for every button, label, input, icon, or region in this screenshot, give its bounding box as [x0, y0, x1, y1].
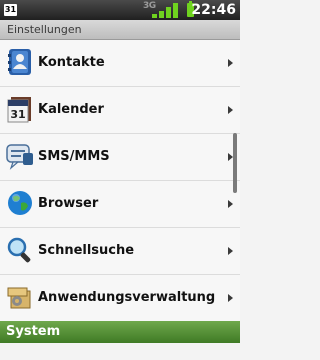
settings-item-calendar[interactable]: 31 Kalender	[0, 87, 240, 134]
calendar-notification-icon: 31	[4, 4, 17, 16]
settings-item-label: SMS/MMS	[38, 149, 110, 164]
settings-item-contacts[interactable]: Kontakte	[0, 40, 240, 87]
page-title: Einstellungen	[7, 23, 82, 36]
section-header-system: System	[0, 321, 240, 343]
settings-item-label: Kalender	[38, 102, 104, 117]
settings-item-messaging[interactable]: SMS/MMS	[0, 134, 240, 181]
app-manager-icon	[7, 287, 31, 309]
chevron-right-icon	[228, 200, 233, 208]
settings-item-quick-search[interactable]: Schnellsuche	[0, 228, 240, 275]
signal-strength-icon	[152, 3, 178, 18]
settings-item-label: Browser	[38, 196, 99, 211]
search-icon	[7, 237, 31, 263]
title-bar: Einstellungen	[0, 20, 240, 40]
settings-item-label: Schnellsuche	[38, 243, 135, 258]
settings-item-label: Kontakte	[38, 55, 105, 70]
chevron-right-icon	[228, 294, 233, 302]
calendar-icon-day: 31	[10, 108, 25, 121]
settings-item-label: Anwendungsverwaltung	[38, 290, 216, 305]
scrollbar[interactable]	[233, 133, 237, 193]
chevron-right-icon	[228, 59, 233, 67]
settings-item-browser[interactable]: Browser	[0, 181, 240, 228]
settings-list: Kontakte 31 Kalender SMS/MMS Browser Sch…	[0, 40, 240, 322]
messaging-icon	[6, 144, 33, 170]
chevron-right-icon	[228, 106, 233, 114]
contacts-icon	[8, 49, 31, 75]
calendar-icon: 31	[7, 97, 31, 123]
status-bar: 31 3G 22:46	[0, 0, 240, 20]
chevron-right-icon	[228, 247, 233, 255]
section-title: System	[6, 324, 61, 339]
settings-item-app-manager[interactable]: Anwendungsverwaltung	[0, 275, 240, 322]
clock: 22:46	[191, 2, 236, 18]
list-continuation	[0, 343, 240, 360]
globe-icon	[8, 191, 32, 215]
